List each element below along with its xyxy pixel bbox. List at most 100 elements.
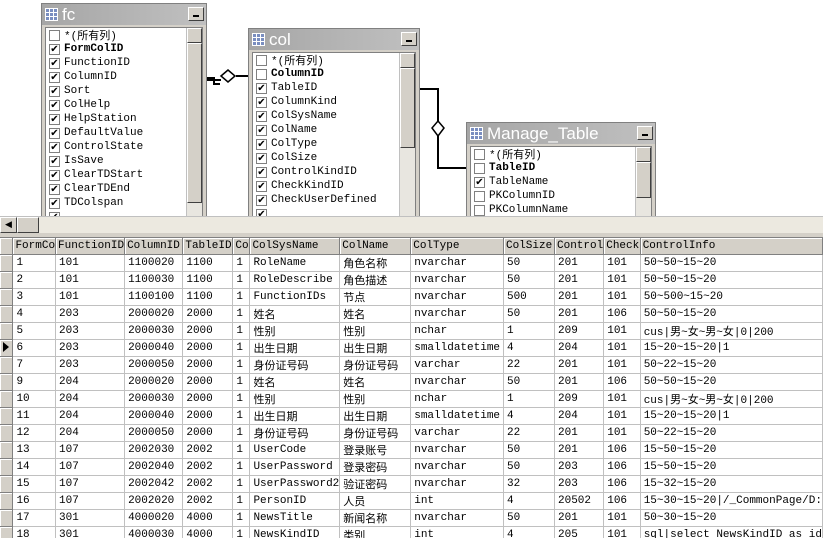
- grid-cell[interactable]: 106: [603, 373, 641, 391]
- grid-cell[interactable]: cus|男~女~男~女|0|200: [640, 390, 823, 408]
- grid-cell[interactable]: 101: [603, 339, 641, 357]
- checkbox-unchecked[interactable]: [474, 162, 485, 174]
- grid-cell[interactable]: 101: [603, 526, 641, 538]
- grid-cell[interactable]: 1: [232, 458, 251, 476]
- checkbox-unchecked[interactable]: [474, 190, 485, 202]
- grid-cell[interactable]: 13: [12, 441, 57, 459]
- checkbox-unchecked[interactable]: [256, 54, 267, 66]
- grid-cell[interactable]: 101: [55, 271, 126, 289]
- column-row[interactable]: ✔ ControlState: [46, 140, 202, 154]
- scroll-up-button[interactable]: [187, 28, 202, 43]
- grid-cell[interactable]: 50: [503, 458, 556, 476]
- grid-cell[interactable]: 2000: [182, 390, 234, 408]
- grid-cell[interactable]: 50~30~15~20: [640, 509, 823, 527]
- checkbox-unchecked[interactable]: [474, 148, 485, 160]
- grid-cell[interactable]: 201: [554, 288, 605, 306]
- row-selector[interactable]: [0, 526, 14, 538]
- checkbox-checked[interactable]: ✔: [49, 155, 60, 167]
- grid-cell[interactable]: 18: [12, 526, 57, 538]
- grid-cell[interactable]: 203: [554, 458, 605, 476]
- grid-cell[interactable]: smalldatetime: [410, 407, 504, 425]
- grid-cell[interactable]: 类别: [339, 526, 412, 538]
- column-row[interactable]: ✔ ColName: [253, 123, 415, 137]
- grid-cell[interactable]: 2002: [182, 492, 234, 510]
- minimize-button[interactable]: [401, 32, 417, 46]
- checkbox-checked[interactable]: ✔: [256, 110, 267, 122]
- row-selector[interactable]: [0, 339, 14, 357]
- column-row[interactable]: ✔ ControlKindID: [253, 165, 415, 179]
- table-row[interactable]: 11 204 2000040 2000 1 出生日期 出生日期 smalldatetime 4 2…: [0, 407, 823, 425]
- table-row[interactable]: 9 204 2000020 2000 1 姓名 姓名 nvarchar 50 201 106 50~5…: [0, 373, 823, 391]
- grid-cell[interactable]: 1: [232, 373, 251, 391]
- table-fc-columns[interactable]: *(所有列) ✔ FormColID ✔ FunctionID ✔ ColumnID ✔ Sor…: [45, 27, 203, 216]
- grid-cell[interactable]: varchar: [410, 424, 504, 442]
- row-selector[interactable]: [0, 288, 14, 306]
- checkbox-checked[interactable]: ✔: [256, 82, 267, 94]
- grid-cell[interactable]: 1: [232, 492, 251, 510]
- grid-cell[interactable]: nvarchar: [410, 271, 504, 289]
- row-selector[interactable]: [0, 322, 14, 340]
- grid-cell[interactable]: 2002020: [124, 492, 184, 510]
- grid-cell[interactable]: 12: [12, 424, 57, 442]
- grid-cell[interactable]: 1: [232, 339, 251, 357]
- grid-cell[interactable]: 201: [554, 441, 605, 459]
- table-row[interactable]: 7 203 2000050 2000 1 身份证号码 身份证号码 varchar 22 201 10…: [0, 356, 823, 374]
- grid-cell[interactable]: 2002: [182, 441, 234, 459]
- grid-cell[interactable]: 人员: [339, 492, 412, 510]
- column-row[interactable]: ✔ CheckUserDefined: [253, 193, 415, 207]
- table-row[interactable]: 10 204 2000030 2000 1 性别 性别 nchar 1 209 101 cus|男~女…: [0, 390, 823, 408]
- grid-cell[interactable]: 1100: [182, 271, 234, 289]
- grid-cell[interactable]: 4000: [182, 509, 234, 527]
- grid-cell[interactable]: 50~22~15~20: [640, 356, 823, 374]
- row-selector[interactable]: [0, 458, 14, 476]
- grid-cell[interactable]: 201: [554, 254, 605, 272]
- grid-cell[interactable]: 2002040: [124, 458, 184, 476]
- column-header[interactable]: ColSize: [503, 238, 556, 255]
- checkbox-checked[interactable]: ✔: [49, 71, 60, 83]
- grid-cell[interactable]: 101: [603, 356, 641, 374]
- grid-cell[interactable]: 性别: [339, 390, 412, 408]
- diagram-pane[interactable]: fc *(所有列) ✔ FormColID ✔ FunctionID ✔ ColumnID ✔…: [0, 0, 823, 216]
- grid-cell[interactable]: 身份证号码: [339, 356, 412, 374]
- column-header[interactable]: Check: [603, 238, 641, 255]
- grid-cell[interactable]: smalldatetime: [410, 339, 504, 357]
- grid-cell[interactable]: 101: [55, 254, 126, 272]
- grid-cell[interactable]: 50: [503, 305, 556, 323]
- grid-cell[interactable]: UserPassword: [249, 458, 341, 476]
- grid-cell[interactable]: 14: [12, 458, 57, 476]
- grid-cell[interactable]: 15~30~15~20|/_CommonPage/D:: [640, 492, 823, 510]
- grid-cell[interactable]: 204: [554, 407, 605, 425]
- grid-cell[interactable]: 201: [554, 509, 605, 527]
- grid-cell[interactable]: 角色描述: [339, 271, 412, 289]
- row-selector[interactable]: [0, 356, 14, 374]
- grid-cell[interactable]: 2000: [182, 407, 234, 425]
- table-row[interactable]: 2 101 1100030 1100 1 RoleDescribe 角色描述 nvarchar…: [0, 271, 823, 289]
- column-row[interactable]: ✔ CheckKindID: [253, 179, 415, 193]
- column-row[interactable]: ✔ ColSysName: [253, 109, 415, 123]
- grid-cell[interactable]: 10: [12, 390, 57, 408]
- column-row[interactable]: ✔ ColHelp: [46, 98, 202, 112]
- grid-cell[interactable]: 101: [603, 424, 641, 442]
- grid-cell[interactable]: nvarchar: [410, 305, 504, 323]
- grid-cell[interactable]: 20502: [554, 492, 605, 510]
- grid-cell[interactable]: nvarchar: [410, 254, 504, 272]
- grid-cell[interactable]: 2000040: [124, 407, 184, 425]
- checkbox-unchecked[interactable]: [474, 204, 485, 216]
- table-row[interactable]: 12 204 2000050 2000 1 身份证号码 身份证号码 varchar 22 201 1…: [0, 424, 823, 442]
- scroll-up-button[interactable]: [636, 147, 651, 162]
- grid-cell[interactable]: nvarchar: [410, 288, 504, 306]
- grid-cell[interactable]: 姓名: [339, 373, 412, 391]
- grid-cell[interactable]: 1: [503, 322, 556, 340]
- scroll-left-button[interactable]: ◀: [0, 217, 17, 233]
- grid-cell[interactable]: 204: [554, 339, 605, 357]
- vertical-scrollbar[interactable]: [399, 53, 415, 216]
- checkbox-checked[interactable]: ✔: [49, 43, 60, 55]
- checkbox-checked[interactable]: ✔: [256, 152, 267, 164]
- grid-cell[interactable]: UserPassword2: [249, 475, 341, 493]
- table-row[interactable]: 5 203 2000030 2000 1 性别 性别 nchar 1 209 101 cus|男~女~…: [0, 322, 823, 340]
- table-row[interactable]: 3 101 1100100 1100 1 FunctionIDs 节点 nvarchar 500…: [0, 288, 823, 306]
- grid-cell[interactable]: 50~500~15~20: [640, 288, 823, 306]
- grid-cell[interactable]: 101: [603, 254, 641, 272]
- grid-cell[interactable]: 2000: [182, 424, 234, 442]
- column-row[interactable]: ✔ ColumnKind: [253, 95, 415, 109]
